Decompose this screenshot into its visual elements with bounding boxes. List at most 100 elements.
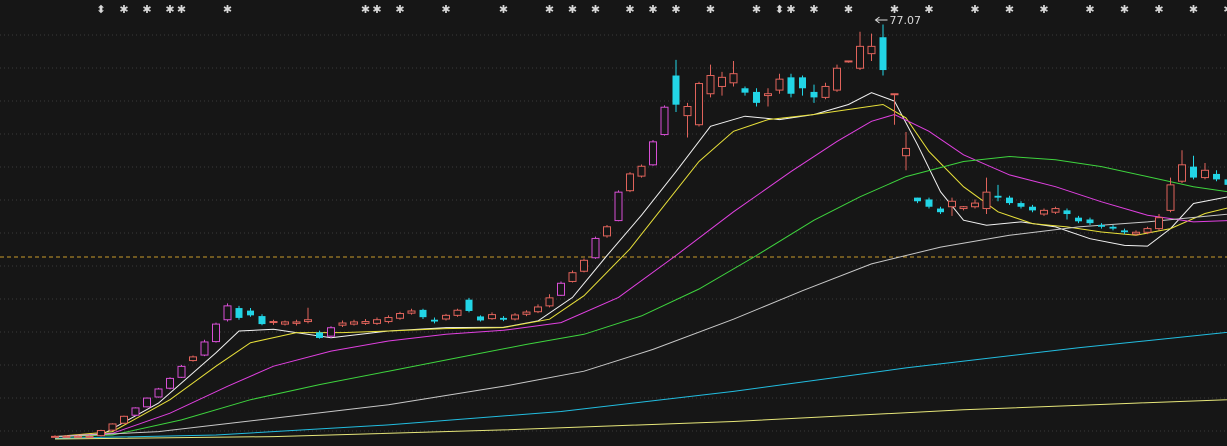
- marker-double-arrow: ⬍: [96, 3, 105, 16]
- marker-star: ✱: [924, 3, 933, 16]
- candle-body: [580, 259, 588, 272]
- candle-body: [545, 297, 554, 307]
- candle-body: [753, 91, 760, 103]
- candle-body: [154, 388, 163, 398]
- candlestick-chart: ⬍⬍✱✱✱✱✱✱✱✱✱✱✱✱✱✱✱✱✱✱✱✱✱✱✱✱✱✱✱✱✱✱✱✱77.07: [0, 0, 1227, 446]
- candle-body: [1178, 164, 1186, 182]
- candle-body: [833, 67, 841, 91]
- marker-star: ✱: [1005, 3, 1014, 16]
- candle-body: [672, 75, 680, 105]
- candle-body: [396, 313, 404, 319]
- candle-body: [361, 321, 370, 324]
- candle-body: [914, 197, 921, 202]
- candle-body: [108, 423, 117, 431]
- candle-body: [212, 323, 220, 343]
- marker-star: ✱: [177, 3, 186, 16]
- candle-body: [557, 282, 565, 296]
- candle-body: [120, 415, 128, 424]
- marker-star: ✱: [1085, 3, 1094, 16]
- candle-body: [1017, 203, 1025, 207]
- candle-body: [948, 200, 956, 208]
- candle-body: [925, 199, 933, 207]
- candle-body: [419, 309, 427, 318]
- candle-body: [741, 88, 749, 93]
- marker-star: ✱: [1223, 3, 1227, 16]
- candle-body: [1213, 173, 1220, 180]
- candle-body: [879, 37, 887, 71]
- candle-body: [1132, 231, 1140, 235]
- candle-body: [1155, 217, 1163, 230]
- candle-body: [637, 165, 646, 177]
- candle-body: [718, 76, 726, 87]
- marker-star: ✱: [752, 3, 761, 16]
- candle-body: [787, 77, 795, 94]
- candle-body: [189, 356, 197, 362]
- candle-body: [247, 310, 254, 316]
- candle-body: [292, 321, 301, 324]
- candle-body: [1063, 210, 1071, 215]
- marker-star: ✱: [395, 3, 404, 16]
- marker-star: ✱: [671, 3, 680, 16]
- candle-body: [488, 314, 496, 320]
- candle-body: [131, 407, 140, 416]
- candle-body: [603, 226, 611, 237]
- candle-body: [867, 45, 876, 55]
- marker-star: ✱: [1189, 3, 1198, 16]
- candle-body: [477, 316, 484, 321]
- marker-star: ✱: [545, 3, 554, 16]
- candle-body: [62, 435, 71, 438]
- marker-star: ✱: [706, 3, 715, 16]
- candle-body: [1109, 226, 1117, 229]
- candle-body: [1075, 217, 1082, 222]
- candle-body: [373, 319, 381, 324]
- candle-body: [384, 317, 393, 323]
- candle-body: [511, 314, 519, 320]
- marker-star: ✱: [1039, 3, 1048, 16]
- candle-body: [626, 173, 634, 192]
- candle-body: [304, 319, 312, 323]
- candle-body: [431, 319, 438, 322]
- candle-body: [316, 332, 323, 338]
- marker-star: ✱: [786, 3, 795, 16]
- candle-body: [844, 60, 853, 63]
- candle-body: [1121, 230, 1128, 233]
- candle-body: [1006, 197, 1013, 204]
- candle-body: [177, 365, 186, 378]
- candle-body: [500, 317, 507, 320]
- candle-body: [465, 299, 473, 311]
- marker-star: ✱: [499, 3, 508, 16]
- candle-body: [453, 309, 462, 316]
- candle-body: [269, 321, 278, 324]
- candle-body: [764, 93, 772, 97]
- candle-body: [660, 106, 669, 136]
- candle-body: [350, 321, 358, 325]
- candle-body: [522, 311, 531, 315]
- marker-star: ✱: [1154, 3, 1163, 16]
- candle-body: [1201, 169, 1209, 179]
- candle-body: [258, 316, 266, 325]
- candle-body: [1029, 206, 1036, 211]
- candle-body: [223, 305, 232, 321]
- candle-body: [85, 435, 94, 438]
- candle-body: [1190, 166, 1197, 178]
- candle-body: [166, 377, 174, 389]
- candle-body: [971, 202, 979, 208]
- candle-body: [235, 308, 243, 318]
- candle-body: [51, 435, 59, 438]
- marker-star: ✱: [591, 3, 600, 16]
- candle-body: [959, 206, 968, 210]
- candle-body: [683, 105, 692, 117]
- marker-star: ✱: [844, 3, 853, 16]
- candle-body: [568, 272, 577, 282]
- marker-star: ✱: [441, 3, 450, 16]
- candle-body: [74, 435, 82, 438]
- candle-body: [799, 77, 806, 89]
- candle-body: [810, 91, 818, 98]
- candle-body: [442, 314, 450, 320]
- marker-star: ✱: [809, 3, 818, 16]
- candle-body: [97, 430, 105, 437]
- candle-body: [614, 191, 623, 222]
- marker-star: ✱: [625, 3, 634, 16]
- candle-body: [407, 310, 416, 314]
- candle-body: [902, 147, 910, 157]
